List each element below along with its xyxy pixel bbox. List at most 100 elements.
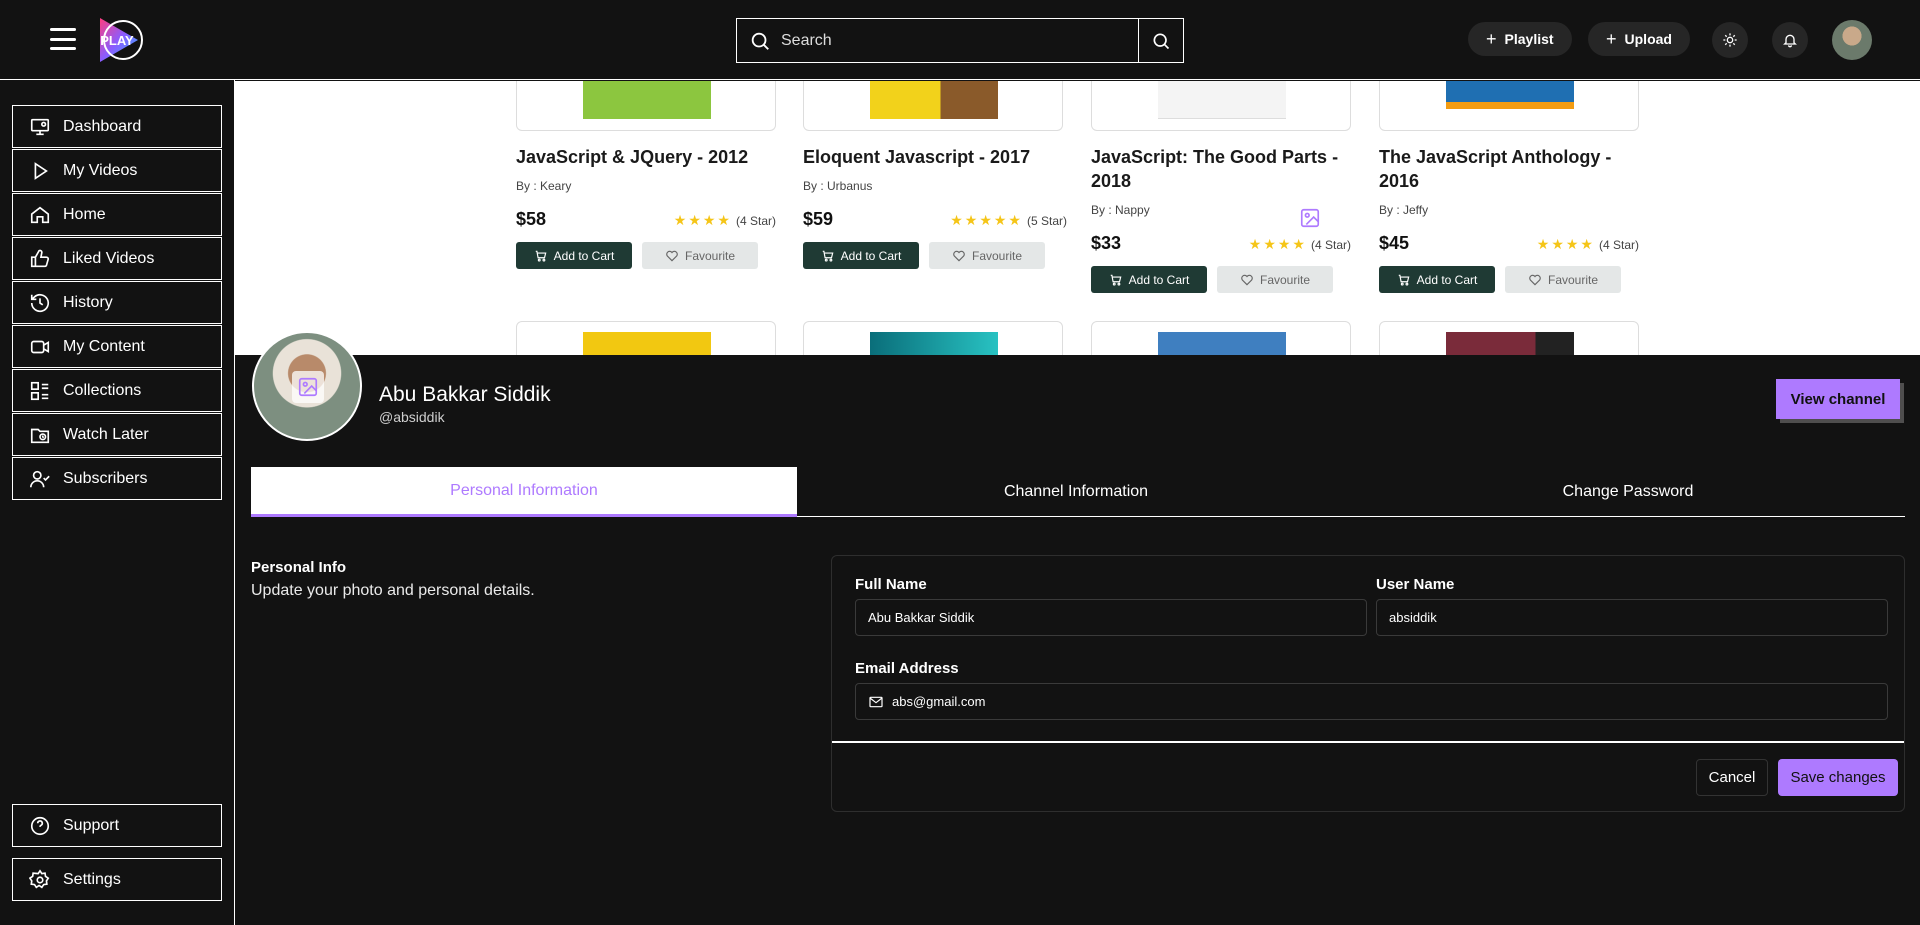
favourite-label: Favourite xyxy=(1547,272,1599,287)
save-changes-button[interactable]: Save changes xyxy=(1778,759,1898,796)
email-label: Email Address xyxy=(855,660,959,677)
upload-button[interactable]: + Upload xyxy=(1588,22,1690,56)
book-card[interactable] xyxy=(1091,321,1351,355)
favourite-button[interactable]: Favourite xyxy=(1217,266,1333,293)
hamburger-menu-icon[interactable] xyxy=(50,28,76,50)
section-title: Personal Info xyxy=(251,559,347,576)
book-card[interactable] xyxy=(803,321,1063,355)
sidebar-item-my-content[interactable]: My Content xyxy=(12,325,222,368)
notifications-button[interactable] xyxy=(1772,22,1808,58)
tab-channel-information[interactable]: Channel Information xyxy=(803,467,1349,517)
book-cover xyxy=(1158,332,1286,355)
sidebar-item-label: History xyxy=(63,293,113,311)
rating-label: (5 Star) xyxy=(1026,213,1067,228)
theme-toggle-button[interactable] xyxy=(1712,22,1748,58)
sidebar-item-subscribers[interactable]: Subscribers xyxy=(12,457,222,500)
book-cover xyxy=(583,332,711,355)
top-header: PLAY + Playlist + Upload xyxy=(0,0,1920,80)
thumbs-up-icon xyxy=(30,249,50,267)
book-author: By : Urbanus xyxy=(803,179,873,193)
sidebar-item-label: Dashboard xyxy=(63,117,142,135)
book-author: By : Jeffy xyxy=(1379,203,1429,217)
favourite-label: Favourite xyxy=(971,248,1023,263)
sidebar-item-collections[interactable]: Collections xyxy=(12,369,222,412)
search-icon xyxy=(751,32,769,50)
book-card[interactable] xyxy=(1379,321,1639,355)
play-icon xyxy=(34,161,48,180)
sidebar-item-label: Collections xyxy=(63,381,142,399)
book-cover-frame xyxy=(803,81,1063,131)
favourite-label: Favourite xyxy=(1259,272,1311,287)
book-cover xyxy=(870,81,998,119)
sidebar-item-liked-videos[interactable]: Liked Videos xyxy=(12,237,222,280)
sidebar-item-watch-later[interactable]: Watch Later xyxy=(12,413,222,456)
book-price: $59 xyxy=(803,209,834,229)
tab-personal-information[interactable]: Personal Information xyxy=(251,467,797,517)
book-title[interactable]: JavaScript & JQuery - 2012 xyxy=(516,145,776,169)
sidebar-item-dashboard[interactable]: Dashboard xyxy=(12,105,222,148)
book-author: By : Nappy xyxy=(1091,203,1150,217)
image-upload-icon[interactable] xyxy=(292,371,324,403)
add-to-cart-button[interactable]: Add to Cart xyxy=(803,242,919,269)
sidebar-item-home[interactable]: Home xyxy=(12,193,222,236)
search-button[interactable] xyxy=(1138,19,1183,62)
cart-label: Add to Cart xyxy=(1128,272,1190,287)
favourite-button[interactable]: Favourite xyxy=(642,242,758,269)
profile-section: Abu Bakkar Siddik @absiddik View channel… xyxy=(235,331,1920,925)
user-check-icon xyxy=(30,470,50,487)
sidebar-item-label: Subscribers xyxy=(63,469,148,487)
book-title[interactable]: JavaScript: The Good Parts - 2018 xyxy=(1091,145,1351,193)
book-rating: ★★★★ (4 Star) xyxy=(674,212,776,229)
book-title[interactable]: Eloquent Javascript - 2017 xyxy=(803,145,1063,169)
book-cover xyxy=(1446,332,1574,355)
rating-label: (4 Star) xyxy=(735,213,776,228)
book-card[interactable] xyxy=(516,321,776,355)
full-name-field[interactable]: Abu Bakkar Siddik xyxy=(855,599,1367,636)
image-upload-icon[interactable] xyxy=(1295,203,1325,233)
add-to-cart-button[interactable]: Add to Cart xyxy=(1379,266,1495,293)
user-name-field[interactable]: absiddik xyxy=(1376,599,1888,636)
rating-label: (4 Star) xyxy=(1310,237,1351,252)
sidebar-item-label: Support xyxy=(63,816,120,834)
cart-icon xyxy=(535,250,547,262)
book-rating: ★★★★★ (5 Star) xyxy=(950,212,1067,229)
email-field[interactable]: abs@gmail.com xyxy=(855,683,1888,720)
sidebar-item-settings[interactable]: Settings xyxy=(12,858,222,901)
book-card[interactable]: Eloquent Javascript - 2017 By : Urbanus … xyxy=(803,81,1067,321)
full-name-label: Full Name xyxy=(855,576,927,593)
user-avatar[interactable] xyxy=(1832,20,1872,60)
search-input[interactable] xyxy=(781,31,1121,50)
view-channel-button[interactable]: View channel xyxy=(1776,379,1900,419)
favourite-label: Favourite xyxy=(684,248,736,263)
settings-tabs: Personal Information Channel Information… xyxy=(251,467,1905,517)
sidebar-item-support[interactable]: Support xyxy=(12,804,222,847)
sidebar-item-my-videos[interactable]: My Videos xyxy=(12,149,222,192)
cart-label: Add to Cart xyxy=(840,248,902,263)
book-cover xyxy=(583,81,711,119)
gear-icon xyxy=(29,868,50,888)
book-card[interactable]: JavaScript: The Good Parts - 2018 By : N… xyxy=(1091,81,1353,321)
favourite-button[interactable]: Favourite xyxy=(929,242,1045,269)
sidebar-item-label: My Content xyxy=(63,337,145,355)
heart-icon xyxy=(953,250,965,261)
add-to-cart-button[interactable]: Add to Cart xyxy=(516,242,632,269)
book-card[interactable]: The JavaScript Anthology - 2016 By : Jef… xyxy=(1379,81,1641,321)
playlist-button[interactable]: + Playlist xyxy=(1468,22,1572,56)
add-to-cart-button[interactable]: Add to Cart xyxy=(1091,266,1207,293)
search-icon xyxy=(1153,33,1170,49)
star-icons: ★★★★ xyxy=(673,212,732,228)
home-icon xyxy=(30,206,50,223)
book-title[interactable]: The JavaScript Anthology - 2016 xyxy=(1379,145,1639,193)
cart-icon xyxy=(1110,274,1122,286)
sun-icon xyxy=(1723,33,1737,47)
sidebar-item-history[interactable]: History xyxy=(12,281,222,324)
play-logo[interactable]: PLAY xyxy=(94,15,144,65)
bell-icon xyxy=(1783,34,1797,48)
cart-icon xyxy=(822,250,834,262)
cancel-button[interactable]: Cancel xyxy=(1696,759,1768,796)
tab-change-password[interactable]: Change Password xyxy=(1355,467,1901,517)
book-card[interactable]: JavaScript & JQuery - 2012 By : Keary $5… xyxy=(516,81,778,321)
book-cover-frame xyxy=(1379,81,1639,131)
profile-avatar[interactable] xyxy=(252,331,362,441)
favourite-button[interactable]: Favourite xyxy=(1505,266,1621,293)
